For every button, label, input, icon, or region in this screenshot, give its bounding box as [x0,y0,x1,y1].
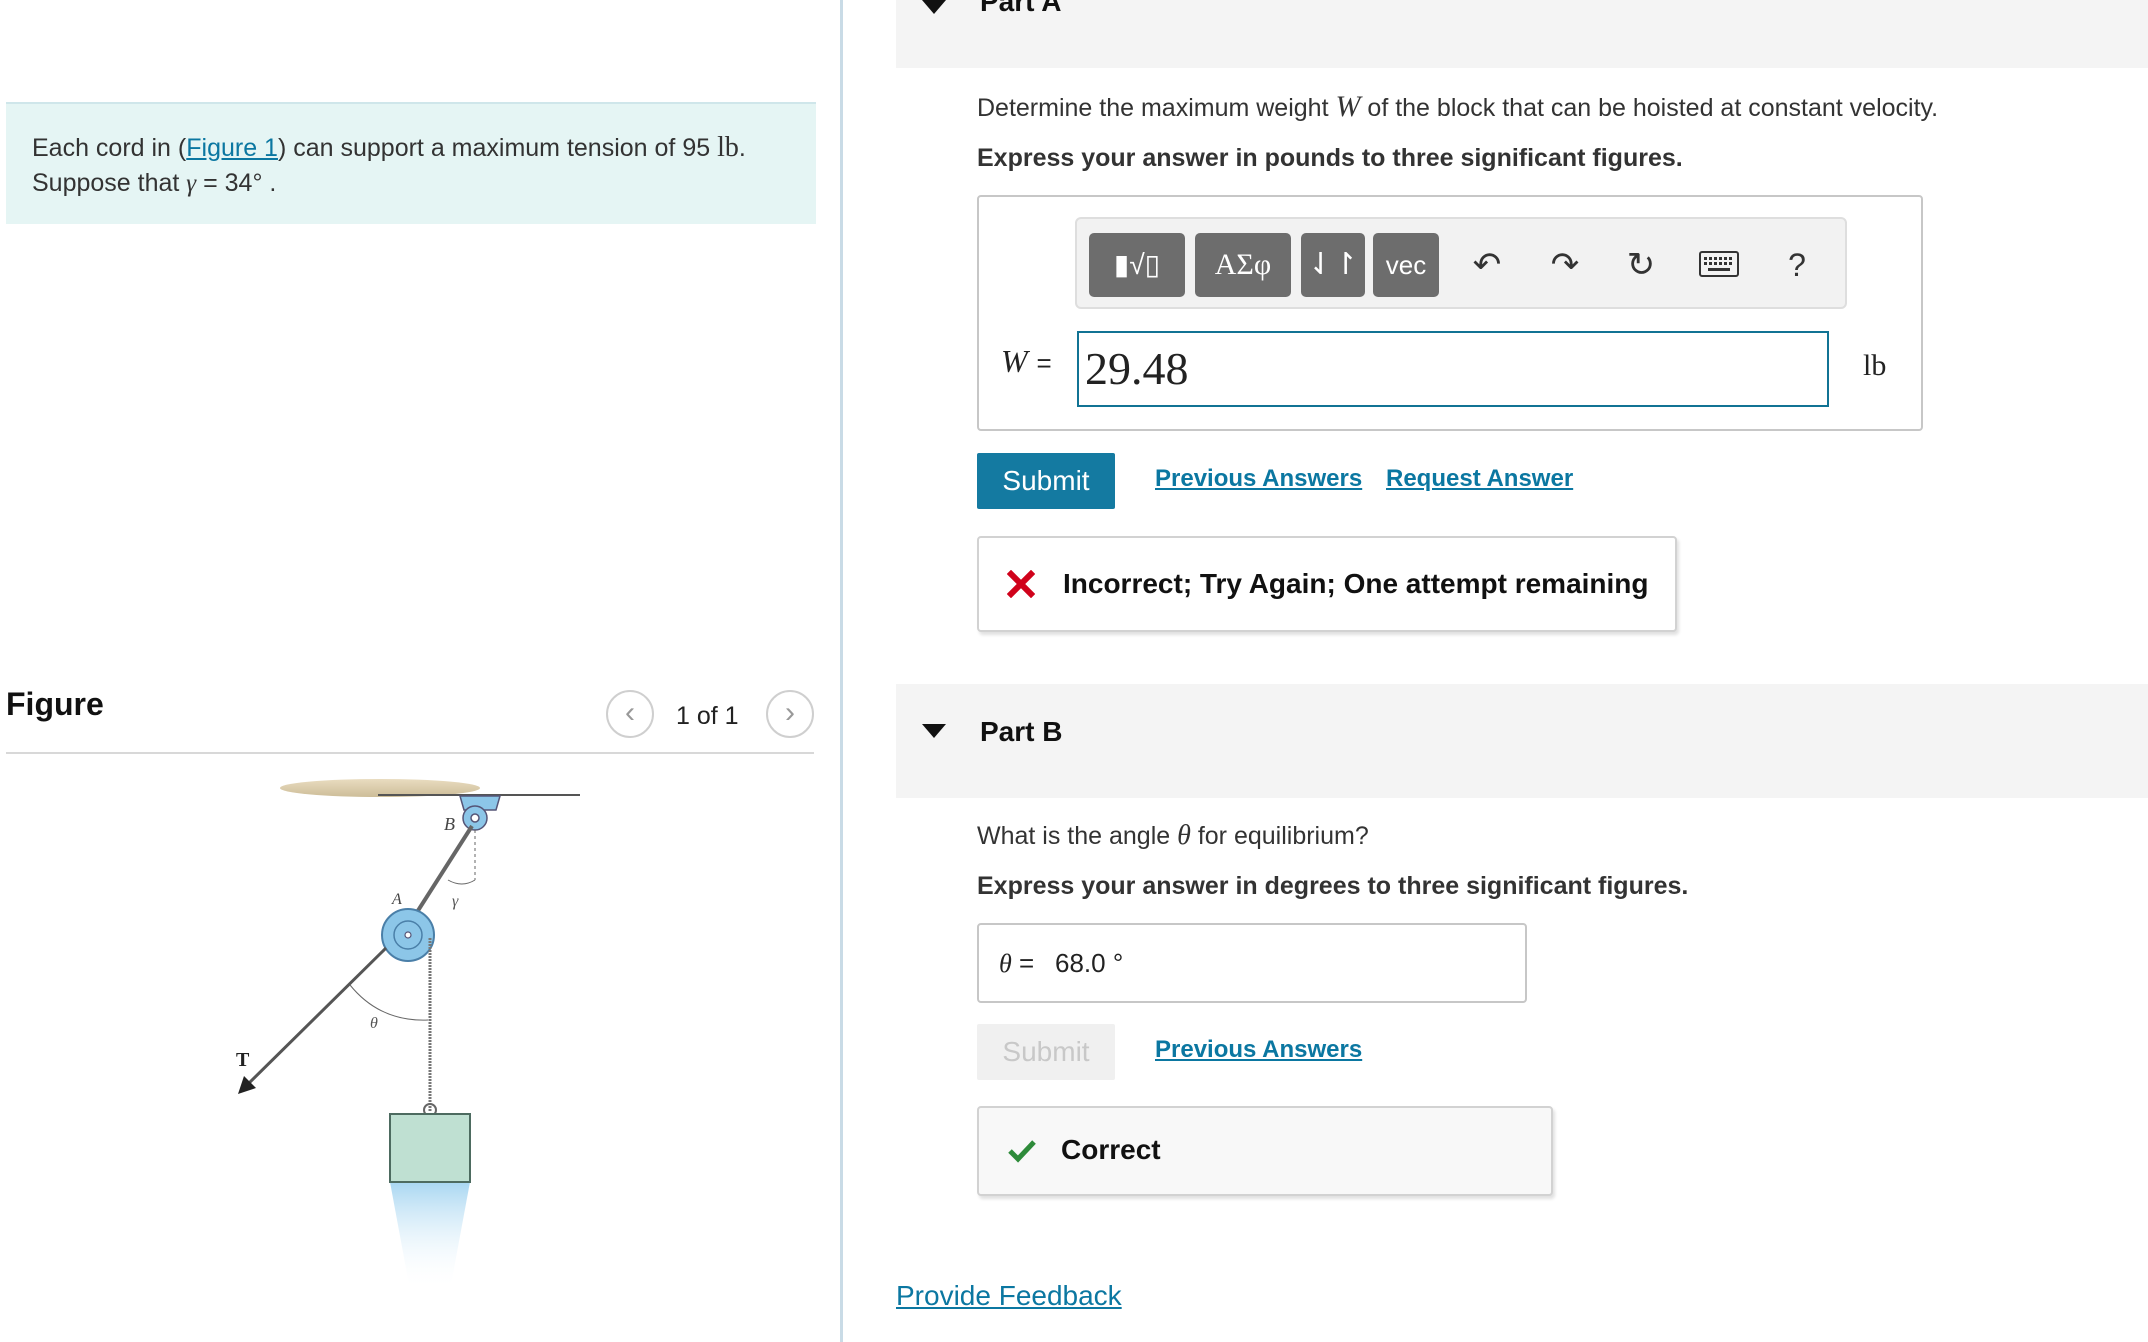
equals-sign: = [1019,948,1035,978]
left-panel: Each cord in (Figure 1) can support a ma… [0,0,840,1342]
problem-text: ) can support a maximum tension of 95 [277,134,718,162]
reset-icon: ↻ [1626,246,1656,284]
question-text: for equilibrium? [1190,822,1369,850]
redo-button[interactable]: ↷ [1535,233,1595,297]
part-b-answer-value: 68.0 ° [1055,948,1124,978]
undo-icon: ↶ [1472,246,1502,284]
answer-input[interactable]: 29.48 [1077,331,1829,407]
part-b-answer-box: θ = 68.0 ° [977,923,1527,1003]
figure-counter: 1 of 1 [676,702,739,730]
problem-text: Suppose that [32,169,187,197]
arrows-icon: ⇃↾ [1307,248,1359,281]
keyboard-icon [1699,251,1739,277]
question-var: θ [1177,820,1191,851]
problem-statement: Each cord in (Figure 1) can support a ma… [6,102,816,224]
redo-icon: ↷ [1550,246,1580,284]
figure-link[interactable]: Figure 1 [186,134,278,162]
unit-lb: lb [717,132,739,163]
part-a-submit-button[interactable]: Submit [977,453,1115,509]
part-b-feedback: Correct [977,1106,1553,1196]
templates-icon: ▮√▯ [1113,249,1161,280]
part-a-title: Part A [980,0,1062,17]
part-b-instruction: Express your answer in degrees to three … [977,872,1689,900]
part-a-header[interactable]: Part A [896,0,2148,68]
caret-down-icon [922,724,946,738]
x-icon [1007,570,1035,598]
gamma-value: = 34° [196,169,263,197]
part-b-submit-button[interactable]: Submit [977,1024,1115,1080]
problem-text: Each cord in ( [32,134,187,162]
part-a-previous-answers-link[interactable]: Previous Answers [1155,465,1362,493]
figure-title: Figure [6,686,104,722]
request-answer-link[interactable]: Request Answer [1386,465,1573,493]
provide-feedback-link[interactable]: Provide Feedback [896,1280,1122,1312]
answer-var-label: W = [1001,343,1052,380]
gamma-symbol: γ [186,170,197,197]
part-a-instruction: Express your answer in pounds to three s… [977,144,1683,172]
label-gamma: γ [452,893,459,910]
question-text: Determine the maximum weight [977,94,1336,122]
figure-header: Figure ‹ 1 of 1 › [6,680,814,754]
answer-unit: lb [1863,349,1887,382]
label-b: B [444,814,455,834]
problem-line-2: Suppose that γ = 34° . [32,166,790,201]
figure-next-button[interactable]: › [766,690,814,738]
caret-down-icon [922,0,946,14]
period: . [738,134,746,162]
check-icon [1008,1140,1036,1163]
label-a: A [391,891,402,908]
undo-button[interactable]: ↶ [1457,233,1517,297]
part-b-feedback-text: Correct [1061,1134,1161,1165]
reset-button[interactable]: ↻ [1611,233,1671,297]
arrows-button[interactable]: ⇃↾ [1301,233,1365,297]
question-var: W [1335,90,1361,123]
var-w: W [1001,343,1028,379]
greek-button[interactable]: ΑΣφ [1195,233,1291,297]
part-a-question: Determine the maximum weight W of the bl… [977,90,1938,124]
label-t: T [236,1049,250,1071]
part-b-title: Part B [980,716,1063,747]
keyboard-button[interactable] [1687,233,1751,297]
equals-sign: = [1036,348,1052,378]
problem-text: . [262,169,277,197]
chevron-left-icon: ‹ [625,696,635,729]
problem-line-1: Each cord in (Figure 1) can support a ma… [32,130,790,166]
figure-prev-button[interactable]: ‹ [606,690,654,738]
question-text: of the block that can be hoisted at cons… [1360,94,1939,122]
part-b-question: What is the angle θ for equilibrium? [977,820,1369,852]
help-icon: ? [1788,247,1806,283]
math-toolbar: ▮√▯ ΑΣφ ⇃↾ vec ↶ ↷ ↻ ? [1075,217,1847,309]
vec-label: vec [1385,250,1427,280]
part-a-answer-box: ▮√▯ ΑΣφ ⇃↾ vec ↶ ↷ ↻ ? W = 29.48 lb [977,195,1923,431]
question-text: What is the angle [977,822,1178,850]
label-theta: θ [370,1015,378,1032]
answer-var-label: θ = [999,948,1034,979]
help-button[interactable]: ? [1767,233,1827,297]
block [389,1113,471,1183]
part-b-header[interactable]: Part B [896,684,2148,798]
vec-button[interactable]: vec [1373,233,1439,297]
part-a-feedback: Incorrect; Try Again; One attempt remain… [977,536,1677,632]
chevron-right-icon: › [785,696,795,729]
var-theta: θ [999,949,1012,978]
part-b-previous-answers-link[interactable]: Previous Answers [1155,1036,1362,1064]
greek-label: ΑΣφ [1214,248,1272,281]
part-a-feedback-text: Incorrect; Try Again; One attempt remain… [1063,568,1649,599]
panel-divider [840,0,843,1342]
pulley-figure: B γ A T θ [236,779,580,1290]
templates-button[interactable]: ▮√▯ [1089,233,1185,297]
